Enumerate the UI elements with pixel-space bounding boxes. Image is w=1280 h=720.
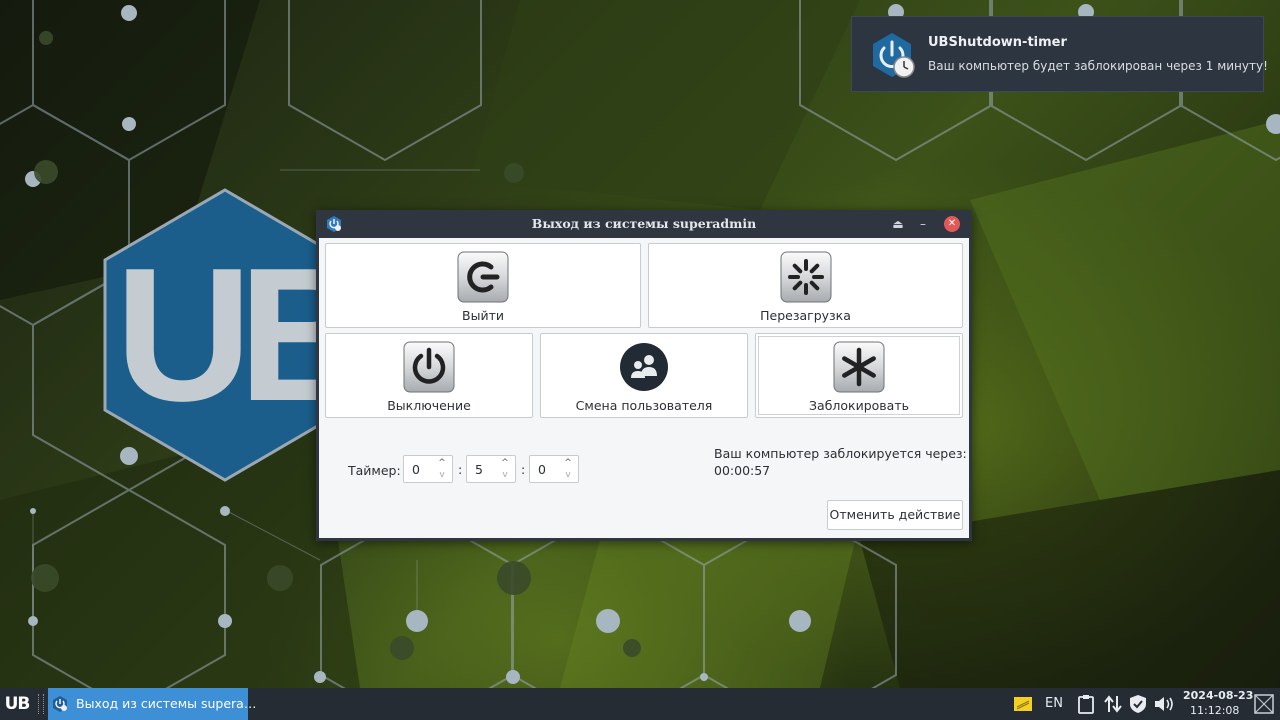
taskbar-window-label: Выход из системы supera… — [76, 696, 257, 711]
shield-icon[interactable] — [1128, 694, 1148, 714]
logout-icon — [457, 251, 509, 303]
timer-separator: : — [458, 462, 463, 477]
countdown-message: Ваш компьютер заблокируется через: — [714, 446, 967, 461]
chevron-up-icon[interactable]: ^ — [499, 457, 511, 469]
window-title: Выход из системы superadmin — [531, 216, 757, 231]
chevron-down-icon[interactable]: v — [436, 469, 448, 481]
logout-dialog: Выход из системы superadmin ⏏ – ✕ Выйти — [316, 210, 972, 541]
volume-icon[interactable] — [1153, 694, 1177, 714]
shutdown-button[interactable]: Выключение — [325, 333, 533, 418]
network-icon[interactable] — [1103, 694, 1123, 714]
timer-minutes-spinbox[interactable]: 5 ^ v — [466, 455, 516, 483]
notification-message: Ваш компьютер будет заблокирован через 1… — [928, 59, 1268, 73]
power-clock-icon — [873, 33, 915, 78]
timer-label: Таймер: — [348, 463, 401, 478]
timer-minutes-value: 5 — [475, 462, 483, 477]
notes-icon[interactable] — [1013, 694, 1033, 714]
lock-label: Заблокировать — [809, 398, 909, 413]
notification-title: UBShutdown-timer — [928, 35, 1067, 50]
app-icon — [53, 696, 67, 712]
power-icon — [403, 341, 455, 393]
reboot-icon — [780, 251, 831, 303]
notification-popup[interactable]: UBShutdown-timer Ваш компьютер будет заб… — [851, 16, 1268, 92]
clock-time[interactable]: 11:12:08 — [1190, 704, 1239, 717]
taskbar-window-item[interactable]: Выход из системы supera… — [48, 688, 256, 720]
cancel-action-button[interactable]: Отменить действие — [827, 500, 963, 530]
taskbar-separator[interactable] — [38, 694, 44, 714]
users-icon — [620, 343, 668, 391]
reboot-label: Перезагрузка — [760, 308, 851, 323]
minimize-icon[interactable]: – — [914, 215, 932, 233]
timer-separator: : — [521, 462, 526, 477]
switch-user-button[interactable]: Смена пользователя — [540, 333, 748, 418]
chevron-up-icon[interactable]: ^ — [562, 457, 574, 469]
chevron-down-icon[interactable]: v — [562, 469, 574, 481]
countdown-remaining: 00:00:57 — [714, 463, 771, 478]
chevron-down-icon[interactable]: v — [499, 469, 511, 481]
reboot-button[interactable]: Перезагрузка — [648, 243, 963, 328]
asterisk-lock-icon — [833, 341, 885, 393]
dialog-content: Выйти Перезагрузка Выключение Смена поль… — [319, 238, 969, 538]
logout-button[interactable]: Выйти — [325, 243, 641, 328]
timer-hours-value: 0 — [412, 462, 420, 477]
shade-icon[interactable]: ⏏ — [889, 215, 907, 233]
start-menu-button[interactable]: UB — [0, 688, 34, 720]
switch-user-label: Смена пользователя — [575, 398, 713, 413]
clipboard-icon[interactable] — [1077, 694, 1095, 714]
timer-seconds-value: 0 — [538, 462, 546, 477]
keyboard-layout-indicator[interactable]: EN — [1045, 696, 1063, 716]
close-icon[interactable]: ✕ — [944, 216, 960, 232]
window-titlebar[interactable]: Выход из системы superadmin ⏏ – ✕ — [316, 210, 972, 238]
logout-label: Выйти — [462, 308, 504, 323]
lock-button[interactable]: Заблокировать — [755, 333, 963, 418]
countdown-status: Ваш компьютер заблокируется через: 00:00… — [714, 445, 967, 479]
shutdown-label: Выключение — [387, 398, 471, 413]
taskbar: UB Выход из системы supera… EN 2024-08-2… — [0, 688, 1280, 720]
chevron-up-icon[interactable]: ^ — [436, 457, 448, 469]
show-desktop-icon[interactable] — [1253, 693, 1275, 715]
timer-seconds-spinbox[interactable]: 0 ^ v — [529, 455, 579, 483]
clock-date[interactable]: 2024-08-23 — [1183, 689, 1253, 702]
timer-hours-spinbox[interactable]: 0 ^ v — [403, 455, 453, 483]
